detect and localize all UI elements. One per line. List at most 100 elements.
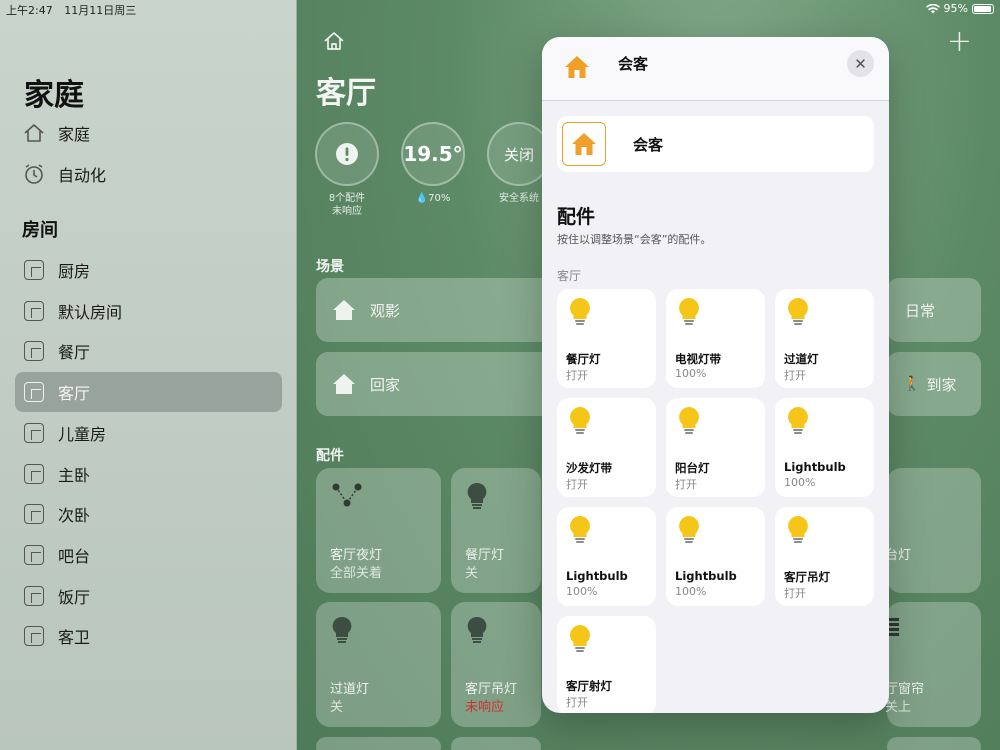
scene-accessory-card[interactable]: 阳台灯 打开 [666, 398, 765, 497]
scene-accessory-card[interactable]: Lightbulb 100% [557, 507, 656, 606]
sidebar-item-label: 家庭 [58, 125, 91, 144]
lightbulb-icon [332, 616, 352, 648]
sidebar-item-label: 自动化 [58, 166, 107, 185]
accessory-name: Lightbulb [784, 460, 846, 474]
accessory-tile[interactable]: 餐厅灯 关 [451, 468, 541, 593]
accessory-name: 客厅夜灯 [330, 548, 383, 563]
scene-accessory-card[interactable]: Lightbulb 100% [775, 398, 874, 497]
accessory-name: 客厅吊灯 [465, 682, 518, 697]
accessory-tile[interactable]: 厅窗帘 关上 [885, 602, 981, 727]
accessory-status: 打开 [566, 369, 588, 382]
lightbulb-icon [787, 515, 809, 549]
lightbulb-icon [678, 406, 700, 440]
scene-button[interactable]: 观影 [316, 278, 556, 342]
accessory-status: 关 [465, 566, 479, 581]
lightbulb-icon [678, 515, 700, 549]
lightbulb-icon [569, 406, 591, 440]
sidebar-item-room[interactable]: 主卧 [15, 454, 282, 494]
sidebar-item-label: 饭厅 [58, 588, 91, 607]
sidebar-item-label: 餐厅 [58, 343, 91, 362]
accessory-status: 100% [566, 585, 598, 598]
room-label: 客厅 [557, 269, 582, 283]
scene-accessory-card[interactable]: 过道灯 打开 [775, 289, 874, 388]
accessory-tile[interactable]: 过道灯 关 [316, 602, 441, 727]
lightbulb-icon [569, 624, 591, 658]
status-time-date: 上午2:47 11月11日周三 [6, 2, 136, 18]
status-temperature[interactable]: 19.5° [401, 122, 465, 186]
accessory-tile[interactable] [451, 737, 541, 750]
sidebar-item-room[interactable]: 餐厅 [15, 331, 282, 371]
close-button[interactable]: ✕ [847, 50, 874, 77]
scene-label: 回家 [370, 375, 401, 394]
status-caption: 💧70% [415, 193, 451, 204]
sidebar-item-room[interactable]: 吧台 [15, 535, 282, 575]
accessory-tile[interactable]: 客厅吊灯 未响应 [451, 602, 541, 727]
accessory-name: 过道灯 [330, 682, 370, 697]
home-button[interactable] [323, 30, 345, 56]
accessory-tile[interactable] [316, 737, 441, 750]
group-icon [332, 482, 362, 512]
lightbulb-icon [467, 482, 487, 514]
accessory-status: 100% [675, 585, 707, 598]
scene-accessory-card[interactable]: Lightbulb 100% [666, 507, 765, 606]
accessory-tile[interactable]: 客厅夜灯 全部关着 [316, 468, 441, 593]
accessory-name: Lightbulb [566, 569, 628, 583]
sidebar-item-room[interactable]: 默认房间 [15, 291, 282, 331]
accessory-status-alert: 未响应 [465, 700, 505, 715]
house-icon [333, 374, 355, 394]
add-button[interactable]: + [947, 24, 972, 59]
close-icon: ✕ [854, 54, 867, 73]
sidebar-item-home[interactable]: 家庭 [15, 113, 282, 153]
rooms-heading: 房间 [22, 220, 58, 241]
sidebar-item-room[interactable]: 次卧 [15, 494, 282, 534]
house-icon [324, 32, 344, 50]
accessory-tile[interactable]: 台灯 [885, 468, 981, 593]
scene-accessory-card[interactable]: 沙发灯带 打开 [557, 398, 656, 497]
sidebar-item-label: 儿童房 [58, 425, 107, 444]
accessory-name: 厅窗帘 [885, 682, 925, 697]
room-icon [24, 341, 44, 361]
walking-person-icon: 🚶 [903, 376, 921, 392]
accessory-name: Lightbulb [675, 569, 737, 583]
room-icon [24, 504, 44, 524]
sidebar-item-label: 次卧 [58, 506, 91, 525]
scene-icon-picker[interactable] [562, 122, 606, 166]
sidebar-item-label: 吧台 [58, 547, 91, 566]
accessory-name: 客厅射灯 [566, 679, 612, 693]
scene-accessory-card[interactable]: 客厅射灯 打开 [557, 616, 656, 713]
room-icon [24, 260, 44, 280]
lightbulb-icon [569, 515, 591, 549]
sidebar-item-room[interactable]: 厨房 [15, 250, 282, 290]
sidebar-item-room[interactable]: 儿童房 [15, 413, 282, 453]
wifi-icon [925, 3, 940, 14]
sidebar-item-room[interactable]: 客卫 [15, 616, 282, 656]
sidebar-item-automation[interactable]: 自动化 [15, 154, 282, 194]
scenes-heading: 场景 [316, 259, 344, 275]
clock-icon [23, 163, 45, 185]
accessory-name: 电视灯带 [675, 352, 721, 366]
room-icon [24, 464, 44, 484]
sidebar-item-room[interactable]: 饭厅 [15, 576, 282, 616]
scene-button[interactable]: 🚶 到家 [887, 352, 981, 416]
scene-label: 观影 [370, 301, 401, 320]
house-icon [564, 55, 590, 83]
sidebar-item-label: 客厅 [58, 384, 91, 403]
scene-accessory-card[interactable]: 客厅吊灯 打开 [775, 507, 874, 606]
scene-name-card[interactable]: 会客 [557, 116, 874, 172]
accessory-name: 餐厅灯 [566, 352, 601, 366]
scene-button[interactable]: 日常 [887, 278, 981, 342]
accessories-title: 配件 [557, 206, 596, 228]
room-icon [24, 382, 44, 402]
room-icon [24, 545, 44, 565]
status-not-responding[interactable] [315, 122, 379, 186]
accessory-status: 打开 [566, 696, 588, 709]
page-title: 客厅 [316, 76, 376, 111]
scene-button[interactable]: 回家 [316, 352, 556, 416]
scene-detail-sheet: 会客 ✕ 会客 配件 按住以调整场景“会客”的配件。 客厅 餐厅灯 打开 电视灯… [542, 37, 889, 713]
accessory-name: 沙发灯带 [566, 461, 612, 475]
scene-accessory-card[interactable]: 电视灯带 100% [666, 289, 765, 388]
scene-accessory-card[interactable]: 餐厅灯 打开 [557, 289, 656, 388]
accessory-tile[interactable] [887, 737, 981, 750]
sidebar-title: 家庭 [24, 78, 84, 113]
sidebar-item-room-selected[interactable]: 客厅 [15, 372, 282, 412]
